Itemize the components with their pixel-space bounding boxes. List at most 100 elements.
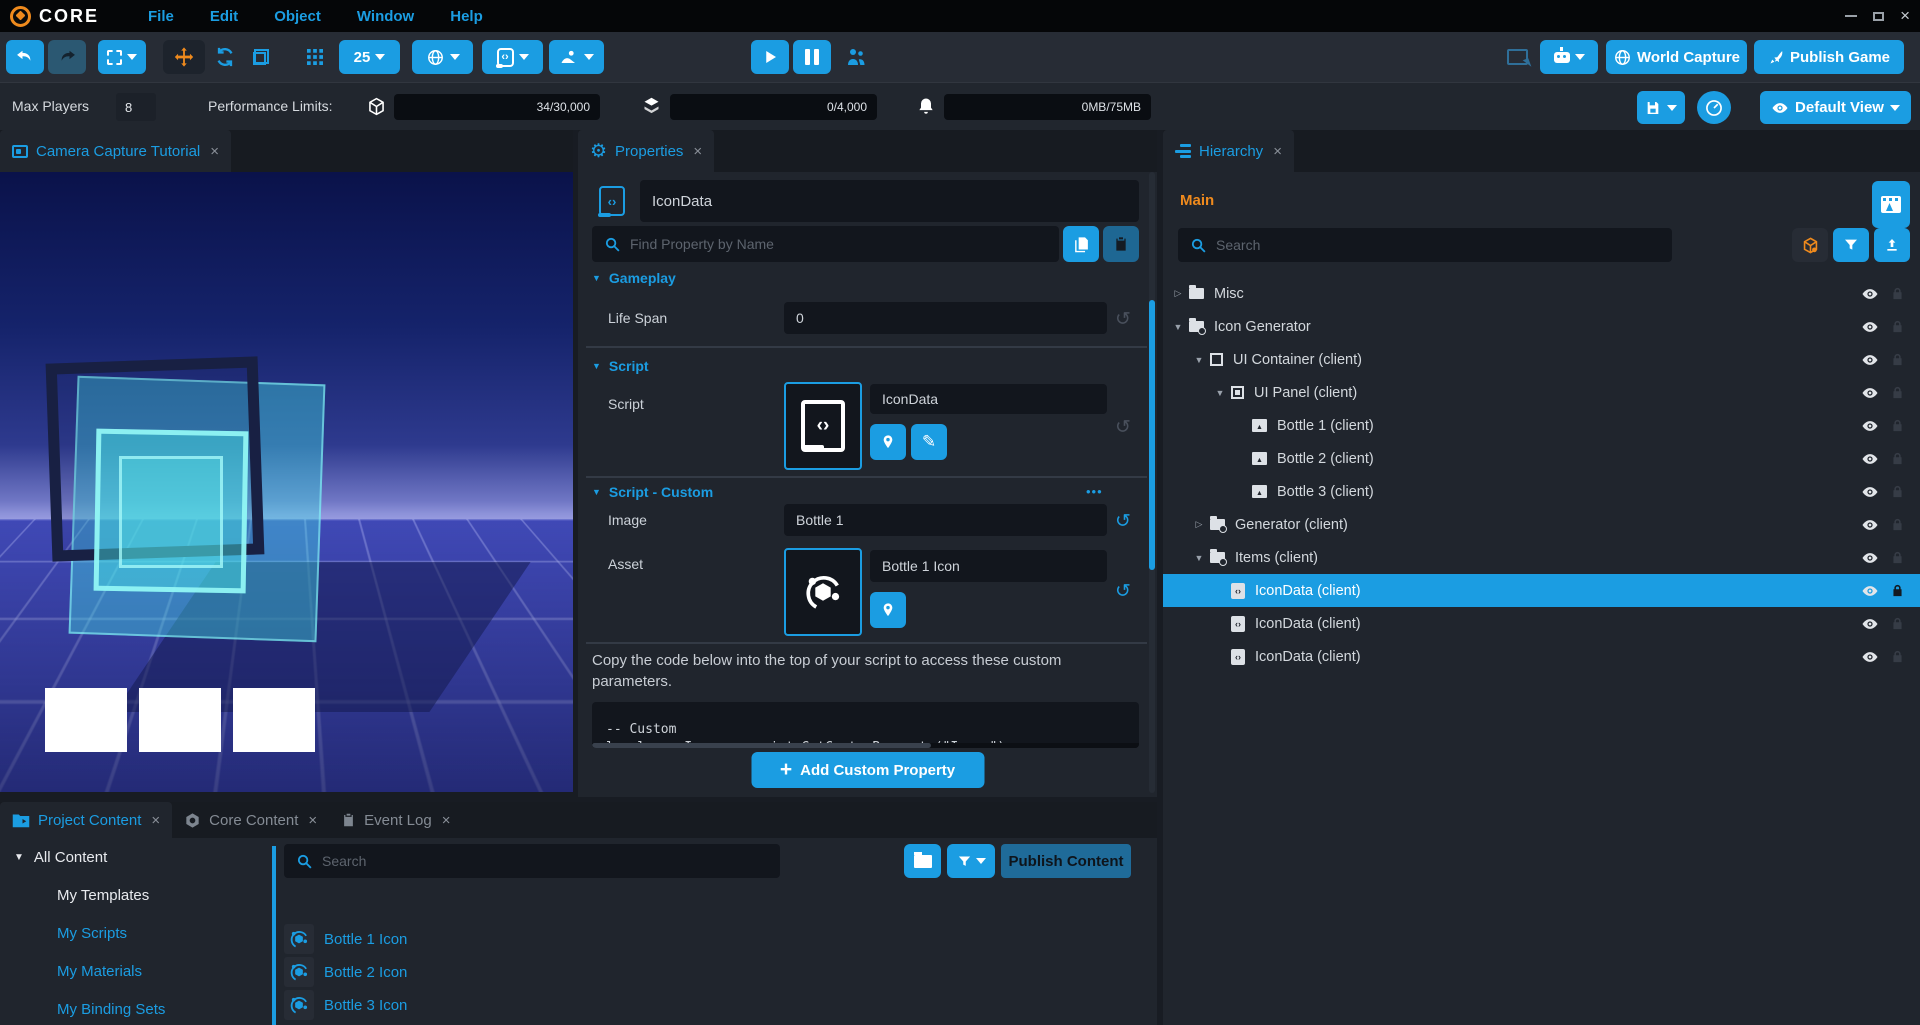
content-item-bottle-2[interactable]: Bottle 2 Icon bbox=[284, 957, 407, 987]
play-button[interactable] bbox=[751, 40, 789, 74]
edit-script-button[interactable]: ✎ bbox=[911, 424, 947, 460]
reset-icon[interactable]: ↺ bbox=[1111, 308, 1135, 331]
close-icon[interactable]: × bbox=[693, 143, 702, 160]
menu-edit[interactable]: Edit bbox=[196, 4, 252, 29]
publish-game-button[interactable]: Publish Game bbox=[1754, 40, 1904, 74]
pause-button[interactable] bbox=[793, 40, 831, 74]
visibility-eye-icon[interactable] bbox=[1861, 417, 1879, 435]
section-gameplay[interactable]: ▼ Gameplay bbox=[592, 270, 676, 286]
max-players-value[interactable]: 8 bbox=[116, 93, 156, 121]
lock-icon[interactable] bbox=[1890, 517, 1905, 532]
content-item-bottle-1[interactable]: Bottle 1 Icon bbox=[284, 924, 407, 954]
networked-objects-filter-button[interactable] bbox=[1792, 228, 1828, 262]
filter-button[interactable] bbox=[1833, 228, 1869, 262]
content-tree-my-scripts[interactable]: My Scripts bbox=[57, 925, 127, 942]
object-name-field[interactable]: IconData bbox=[640, 180, 1139, 222]
lock-icon[interactable] bbox=[1890, 385, 1905, 400]
publish-content-button[interactable]: Publish Content bbox=[1001, 844, 1131, 878]
section-menu-icon[interactable]: ••• bbox=[1086, 484, 1103, 499]
visibility-eye-icon[interactable] bbox=[1861, 483, 1879, 501]
property-search-input[interactable]: Find Property by Name bbox=[592, 226, 1059, 262]
grid-size-dropdown[interactable]: 25 bbox=[339, 40, 400, 74]
visibility-eye-icon[interactable] bbox=[1861, 318, 1879, 336]
tree-row[interactable]: ▼ Icon Generator bbox=[1163, 310, 1920, 343]
panel-divider[interactable] bbox=[272, 846, 276, 1025]
visibility-eye-icon[interactable] bbox=[1861, 582, 1879, 600]
ai-assistant-dropdown[interactable] bbox=[1540, 40, 1598, 74]
close-icon[interactable]: × bbox=[1273, 143, 1282, 160]
terrain-dropdown[interactable] bbox=[549, 40, 604, 74]
lock-icon[interactable] bbox=[1890, 583, 1905, 598]
menu-window[interactable]: Window bbox=[343, 4, 428, 29]
expander-collapsed-icon[interactable]: ▷ bbox=[1192, 519, 1206, 530]
expander-expanded-icon[interactable]: ▼ bbox=[1192, 553, 1206, 563]
copy-properties-button[interactable] bbox=[1063, 226, 1099, 262]
rotate-tool-button[interactable] bbox=[210, 40, 240, 74]
world-capture-button[interactable]: World Capture bbox=[1606, 40, 1747, 74]
multiplayer-preview-button[interactable] bbox=[840, 40, 872, 74]
redo-button[interactable] bbox=[48, 40, 86, 74]
section-script-custom[interactable]: ▼ Script - Custom bbox=[592, 484, 713, 500]
tree-row[interactable]: ▷ Generator (client) bbox=[1163, 508, 1920, 541]
close-icon[interactable]: × bbox=[308, 812, 317, 829]
content-tree-my-binding-sets[interactable]: My Binding Sets bbox=[57, 1001, 165, 1018]
asset-thumbnail[interactable] bbox=[784, 548, 862, 636]
code-snippet-block[interactable]: -- Custom local propImage = script:GetCu… bbox=[592, 702, 1139, 748]
content-item-bottle-3[interactable]: Bottle 3 Icon bbox=[284, 990, 407, 1020]
menu-file[interactable]: File bbox=[134, 4, 188, 29]
tab-camera-capture-tutorial[interactable]: Camera Capture Tutorial × bbox=[0, 130, 231, 172]
lock-icon[interactable] bbox=[1890, 550, 1905, 565]
image-input[interactable]: Bottle 1 bbox=[784, 504, 1107, 536]
expander-collapsed-icon[interactable]: ▷ bbox=[1171, 288, 1185, 299]
performance-gauge-button[interactable] bbox=[1697, 91, 1731, 124]
minimize-icon[interactable] bbox=[1845, 15, 1857, 17]
lock-icon[interactable] bbox=[1890, 418, 1905, 433]
select-mode-dropdown[interactable] bbox=[98, 40, 146, 74]
expander-expanded-icon[interactable]: ▼ bbox=[1213, 388, 1227, 398]
paste-properties-button[interactable] bbox=[1103, 226, 1139, 262]
script-asset-thumbnail[interactable]: ‹› bbox=[784, 382, 862, 470]
tree-row[interactable]: ▲ Bottle 2 (client) bbox=[1163, 442, 1920, 475]
export-button[interactable] bbox=[1874, 228, 1910, 262]
close-icon[interactable]: × bbox=[210, 143, 219, 160]
scale-tool-button[interactable] bbox=[246, 40, 276, 74]
lock-icon[interactable] bbox=[1890, 286, 1905, 301]
tab-project-content[interactable]: Project Content × bbox=[0, 802, 172, 838]
content-filter-dropdown[interactable] bbox=[947, 844, 995, 878]
find-asset-button[interactable] bbox=[870, 592, 906, 628]
maximize-icon[interactable] bbox=[1873, 12, 1884, 21]
visibility-eye-icon[interactable] bbox=[1861, 351, 1879, 369]
reset-icon[interactable]: ↺ bbox=[1111, 580, 1135, 603]
tree-row[interactable]: ▷ Misc bbox=[1163, 277, 1920, 310]
capture-scene-button[interactable] bbox=[1872, 181, 1910, 228]
lock-icon[interactable] bbox=[1890, 451, 1905, 466]
expander-expanded-icon[interactable]: ▼ bbox=[1192, 355, 1206, 365]
tab-hierarchy[interactable]: Hierarchy × bbox=[1163, 130, 1294, 172]
3d-viewport[interactable] bbox=[0, 172, 573, 792]
lock-icon[interactable] bbox=[1890, 484, 1905, 499]
expander-expanded-icon[interactable]: ▼ bbox=[14, 852, 24, 863]
visibility-eye-icon[interactable] bbox=[1861, 384, 1879, 402]
script-dropdown[interactable]: ‹› bbox=[482, 40, 543, 74]
properties-scrollbar[interactable] bbox=[1149, 172, 1155, 793]
add-custom-property-button[interactable]: + Add Custom Property bbox=[751, 752, 984, 788]
tab-event-log[interactable]: Event Log × bbox=[329, 802, 462, 838]
script-name-field[interactable]: IconData bbox=[870, 384, 1107, 414]
content-tree-my-materials[interactable]: My Materials bbox=[57, 963, 142, 980]
undo-button[interactable] bbox=[6, 40, 44, 74]
visibility-eye-icon[interactable] bbox=[1861, 648, 1879, 666]
tree-row[interactable]: ▼ UI Panel (client) bbox=[1163, 376, 1920, 409]
section-script[interactable]: ▼ Script bbox=[592, 358, 649, 374]
lock-icon[interactable] bbox=[1890, 352, 1905, 367]
tab-core-content[interactable]: Core Content × bbox=[172, 802, 329, 838]
reset-icon[interactable]: ↺ bbox=[1111, 416, 1135, 439]
expander-expanded-icon[interactable]: ▼ bbox=[1171, 322, 1185, 332]
visibility-eye-icon[interactable] bbox=[1861, 516, 1879, 534]
tree-row-selected[interactable]: ‹› IconData (client) bbox=[1163, 574, 1920, 607]
life-span-input[interactable]: 0 bbox=[784, 302, 1107, 334]
find-asset-button[interactable] bbox=[870, 424, 906, 460]
tree-row[interactable]: ▼ Items (client) bbox=[1163, 541, 1920, 574]
save-dropdown[interactable] bbox=[1637, 91, 1685, 124]
content-search-input[interactable]: Search bbox=[284, 844, 780, 878]
lock-icon[interactable] bbox=[1890, 649, 1905, 664]
